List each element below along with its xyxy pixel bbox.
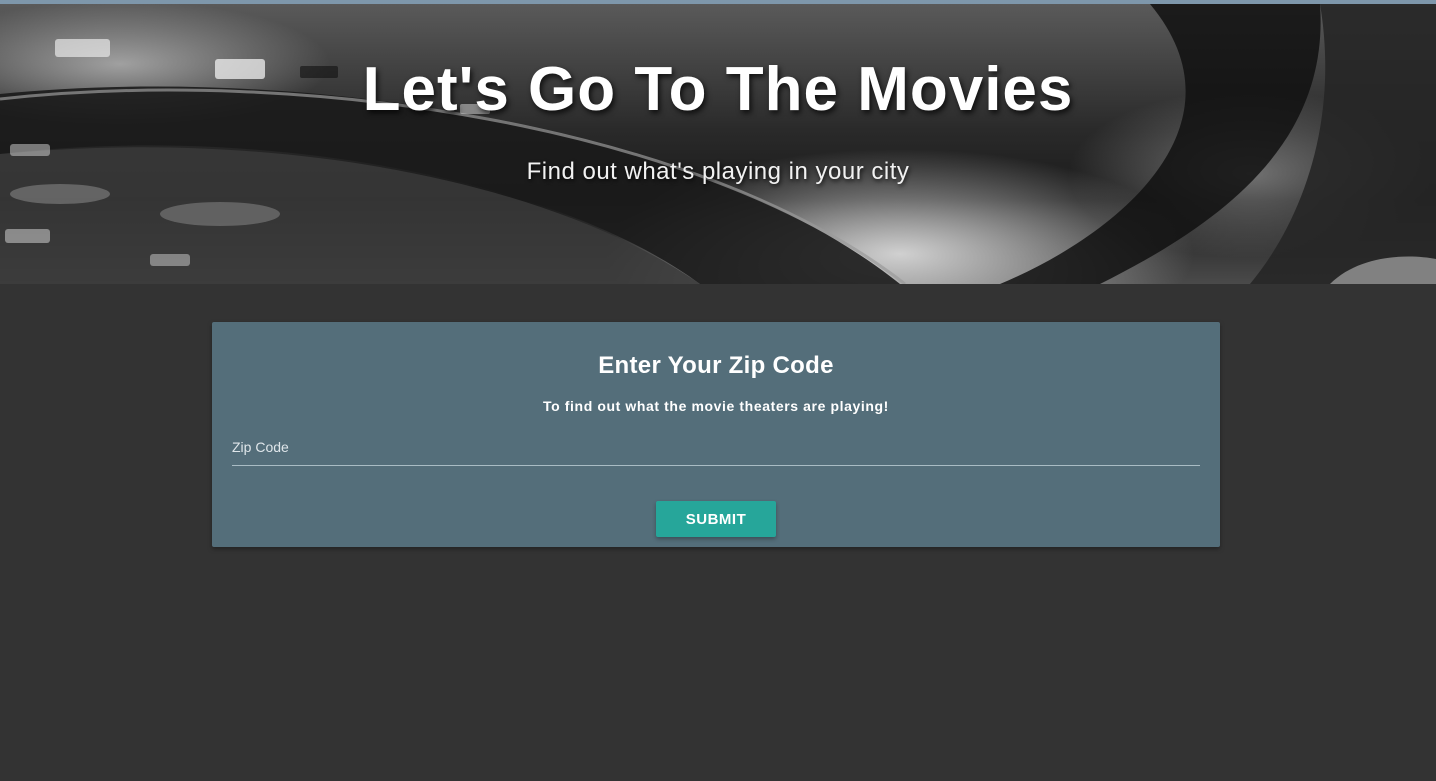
zip-code-input[interactable] (232, 428, 1200, 466)
theater-balcony-photo (0, 4, 1436, 284)
card-subtitle: To find out what the movie theaters are … (543, 398, 889, 414)
card-title: Enter Your Zip Code (598, 352, 834, 379)
zip-code-card: Enter Your Zip Code To find out what the… (212, 322, 1220, 547)
hero-title: Let's Go To The Movies (362, 55, 1074, 124)
hero-banner: Let's Go To The Movies Find out what's p… (0, 4, 1436, 284)
hero-subtitle: Find out what's playing in your city (526, 158, 910, 185)
submit-button[interactable]: SUBMIT (656, 501, 776, 537)
